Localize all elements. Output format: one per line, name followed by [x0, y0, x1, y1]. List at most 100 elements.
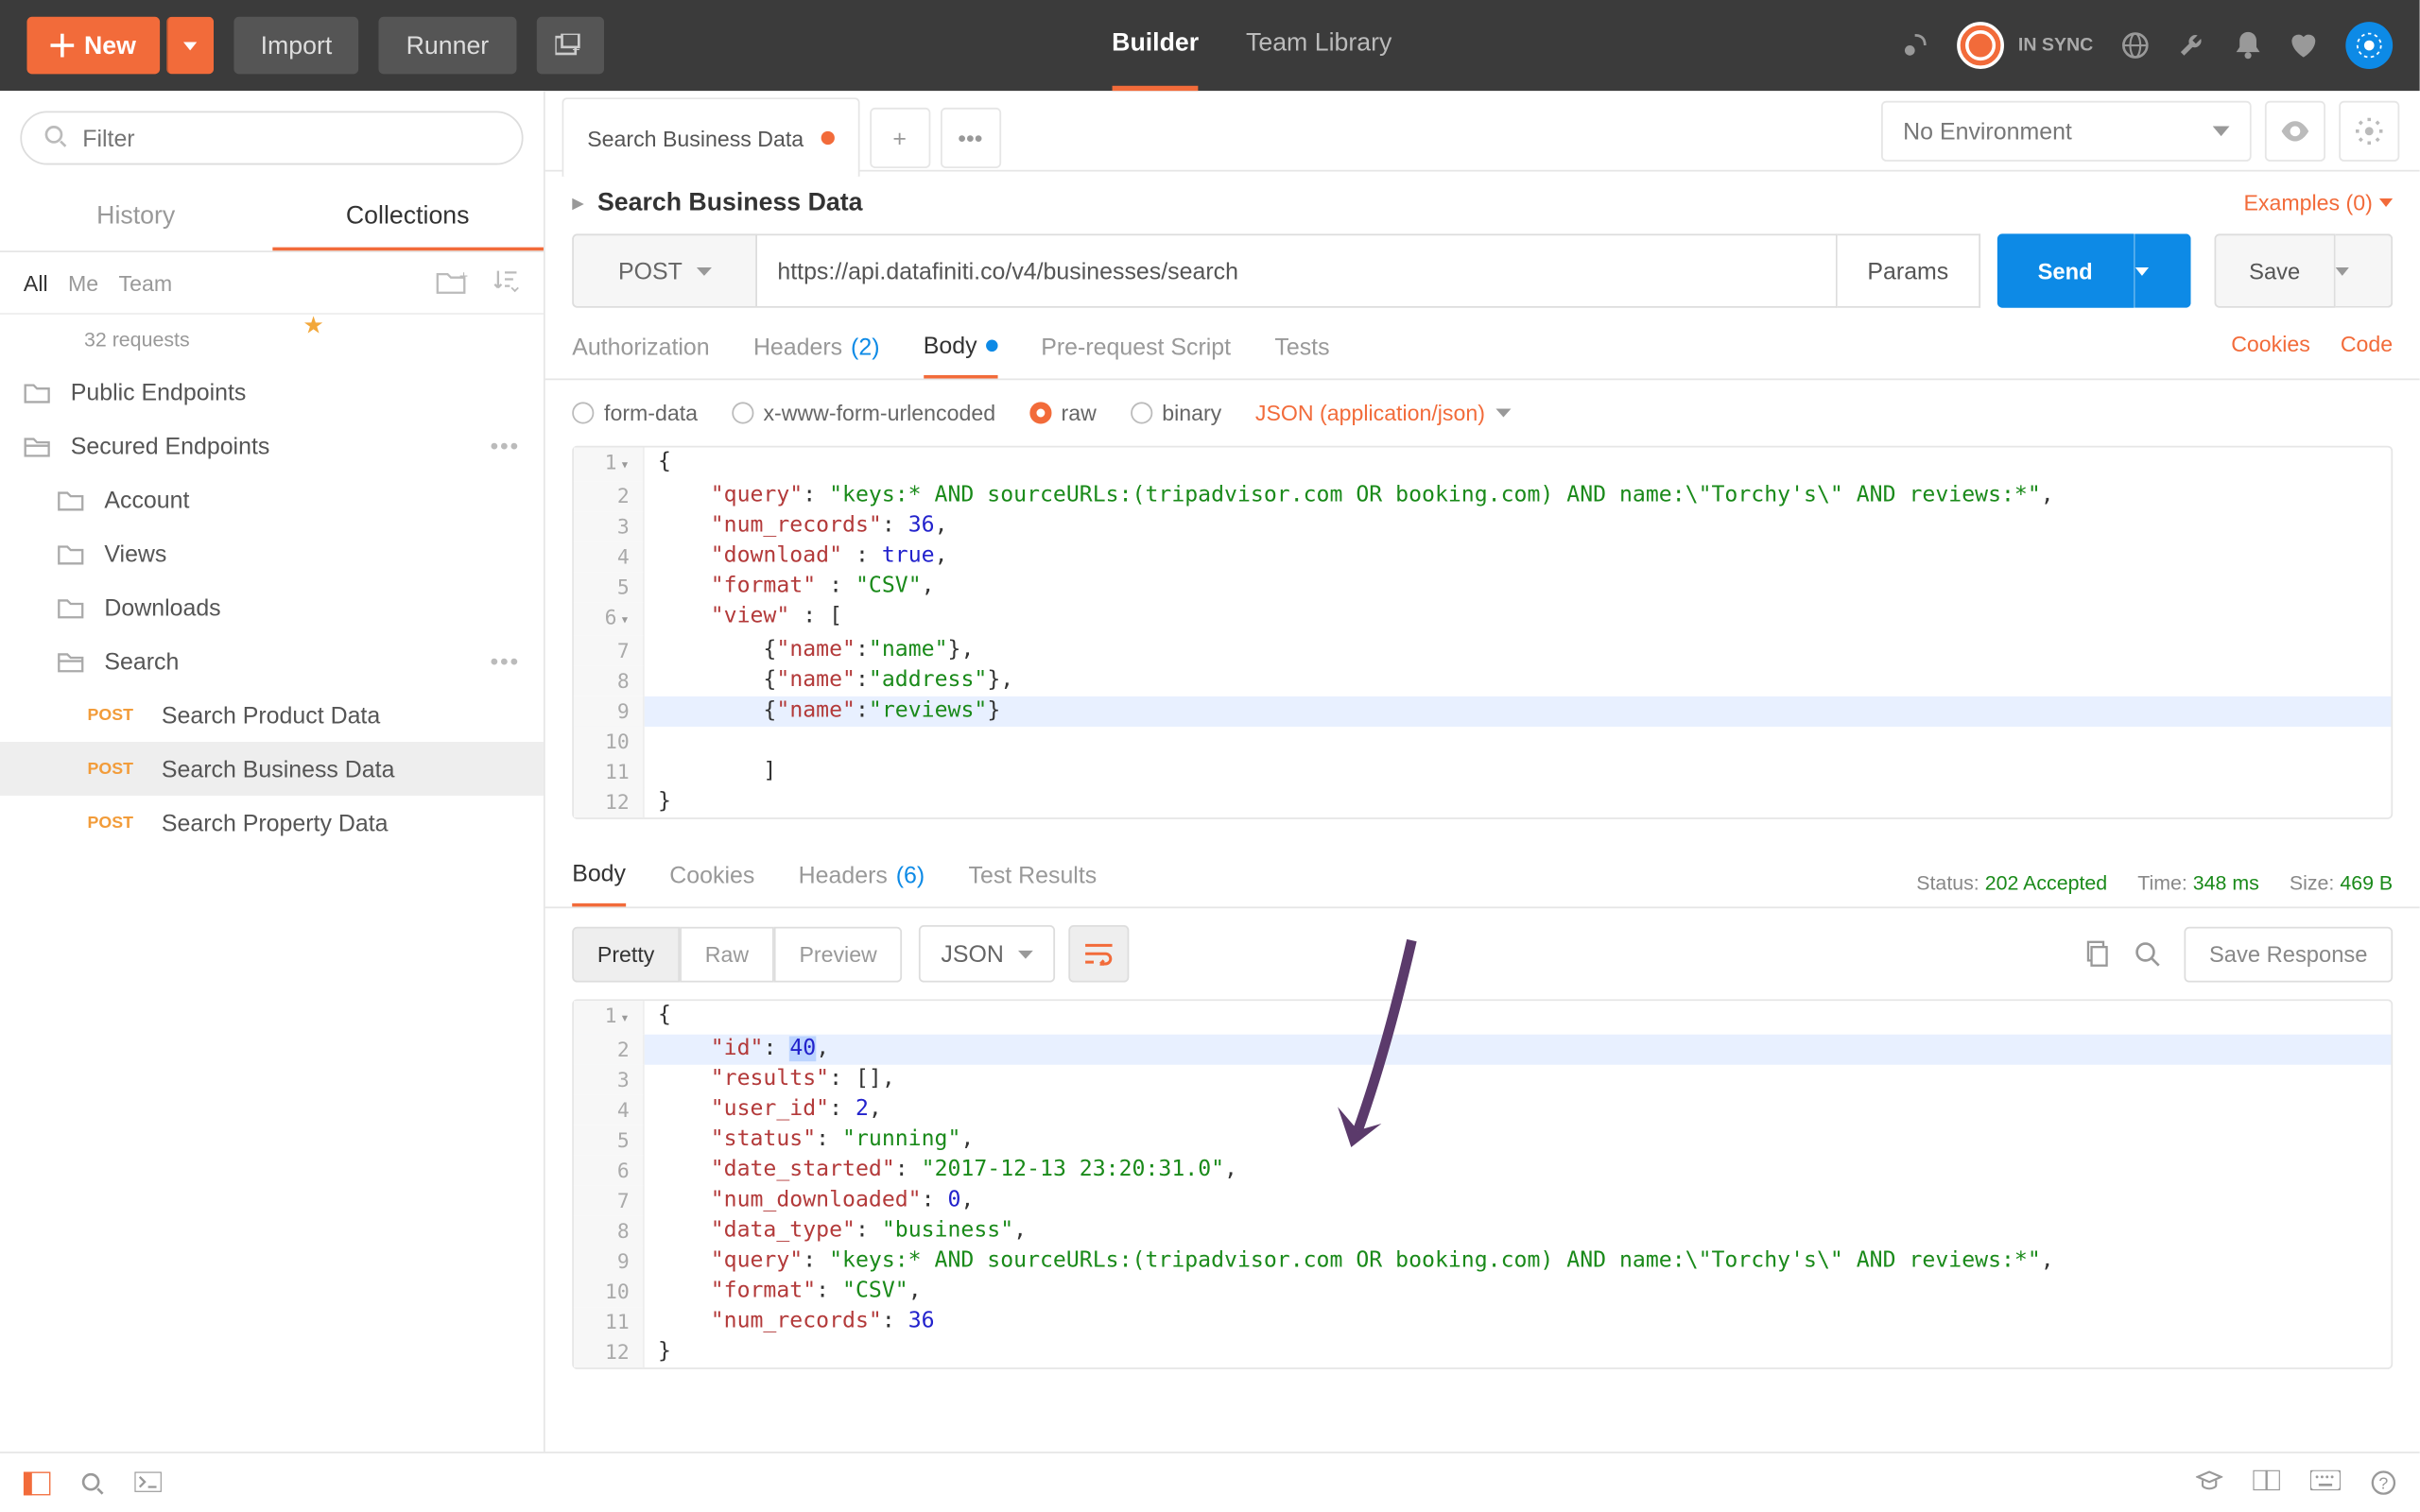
request-search-property[interactable]: POST Search Property Data: [0, 796, 544, 850]
save-dropdown[interactable]: [2336, 233, 2394, 307]
sync-status: IN SYNC: [1958, 22, 2094, 69]
radio-raw[interactable]: raw: [1029, 401, 1097, 426]
console-icon[interactable]: [134, 1471, 161, 1495]
user-avatar[interactable]: [2345, 22, 2393, 69]
lang-label: JSON: [941, 940, 1003, 967]
code-link[interactable]: Code: [2341, 332, 2393, 379]
params-button[interactable]: Params: [1837, 233, 1980, 307]
request-label: Search Business Data: [162, 755, 395, 782]
scope-me[interactable]: Me: [68, 270, 98, 296]
view-preview[interactable]: Preview: [774, 926, 903, 982]
response-meta: Status: 202 Accepted Time: 348 ms Size: …: [1916, 871, 2393, 895]
new-folder-icon[interactable]: +: [436, 269, 470, 296]
resp-tab-cookies[interactable]: Cookies: [669, 861, 754, 904]
folder-public[interactable]: Public Endpoints: [0, 365, 544, 419]
satellite-icon[interactable]: [1900, 30, 1930, 60]
folder-search[interactable]: Search •••: [0, 634, 544, 688]
send-button[interactable]: Send: [1997, 233, 2133, 307]
help-icon[interactable]: ?: [2371, 1470, 2396, 1496]
new-window-button[interactable]: +: [536, 17, 603, 75]
tab-collections[interactable]: Collections: [271, 185, 543, 250]
heart-icon[interactable]: [2289, 32, 2319, 59]
examples-dropdown[interactable]: Examples (0): [2243, 190, 2393, 215]
method-select[interactable]: POST: [572, 233, 757, 307]
bell-icon[interactable]: [2235, 30, 2261, 60]
radio-urlencoded[interactable]: x-www-form-urlencoded: [732, 401, 995, 426]
request-search-business[interactable]: POST Search Business Data: [0, 742, 544, 796]
unsaved-dot-icon: [821, 131, 834, 145]
add-tab-button[interactable]: +: [870, 107, 930, 167]
runner-button[interactable]: Runner: [379, 17, 516, 75]
request-body-editor[interactable]: 1▾{ 2 "query": "keys:* AND sourceURLs:(t…: [572, 446, 2393, 819]
tab-body[interactable]: Body: [924, 332, 997, 379]
new-label: New: [84, 31, 136, 60]
keyboard-icon[interactable]: [2310, 1470, 2341, 1496]
response-body-viewer[interactable]: 1▾{ 2 "id": 40, 3 "results": [], 4 "user…: [572, 999, 2393, 1369]
content-type-select[interactable]: JSON (application/json): [1255, 401, 1511, 426]
folder-open-icon: [24, 435, 54, 456]
find-icon[interactable]: [80, 1471, 104, 1495]
content-type-label: JSON (application/json): [1255, 401, 1485, 426]
tab-headers[interactable]: Headers (2): [753, 332, 880, 379]
resp-tab-headers[interactable]: Headers (6): [799, 861, 925, 904]
cookies-link[interactable]: Cookies: [2231, 332, 2310, 379]
view-pretty[interactable]: Pretty: [572, 926, 680, 982]
collection-row[interactable]: 32 requests ★: [0, 315, 544, 365]
method-badge: POST: [88, 706, 146, 725]
save-response-button[interactable]: Save Response: [2184, 926, 2393, 982]
folder-icon: [58, 596, 88, 618]
sidebar-toggle-icon[interactable]: [24, 1471, 50, 1495]
star-icon: ★: [302, 315, 323, 339]
environment-select[interactable]: No Environment: [1881, 100, 2252, 161]
response-lang-select[interactable]: JSON: [919, 925, 1054, 983]
folder-label: Downloads: [104, 593, 220, 620]
tab-team-library[interactable]: Team Library: [1246, 0, 1392, 91]
view-raw[interactable]: Raw: [680, 926, 774, 982]
tab-more-button[interactable]: •••: [940, 107, 1000, 167]
resp-tab-body[interactable]: Body: [572, 860, 626, 907]
tab-tests[interactable]: Tests: [1274, 332, 1329, 379]
open-request-tab[interactable]: Search Business Data: [562, 97, 859, 177]
radio-formdata[interactable]: form-data: [572, 401, 698, 426]
request-label: Search Property Data: [162, 809, 389, 835]
folder-label: Search: [104, 647, 179, 674]
folder-downloads[interactable]: Downloads: [0, 580, 544, 634]
request-search-product[interactable]: POST Search Product Data: [0, 688, 544, 742]
more-icon[interactable]: •••: [490, 432, 520, 458]
folder-secured[interactable]: Secured Endpoints •••: [0, 419, 544, 472]
folder-views[interactable]: Views: [0, 526, 544, 580]
search-response-icon[interactable]: [2134, 940, 2160, 967]
sync-icon: [1958, 22, 2005, 69]
tab-label: Headers: [753, 333, 842, 359]
new-dropdown[interactable]: [166, 17, 214, 75]
wrench-icon[interactable]: [2177, 30, 2207, 60]
folder-account[interactable]: Account: [0, 472, 544, 526]
import-button[interactable]: Import: [233, 17, 359, 75]
tutorial-icon[interactable]: [2196, 1470, 2222, 1496]
tab-authorization[interactable]: Authorization: [572, 332, 709, 379]
sync-label: IN SYNC: [2018, 35, 2093, 55]
more-icon[interactable]: •••: [490, 647, 520, 674]
tab-builder[interactable]: Builder: [1112, 0, 1199, 91]
radio-binary[interactable]: binary: [1130, 401, 1221, 426]
scope-team[interactable]: Team: [119, 270, 173, 296]
request-label: Search Product Data: [162, 701, 380, 728]
wrap-lines-button[interactable]: [1068, 925, 1129, 983]
collapse-icon[interactable]: ▸: [572, 188, 584, 216]
url-input[interactable]: [757, 233, 1837, 307]
tab-prerequest[interactable]: Pre-request Script: [1041, 332, 1231, 379]
send-dropdown[interactable]: [2133, 233, 2190, 307]
resp-tab-tests[interactable]: Test Results: [969, 861, 1098, 904]
new-button[interactable]: New: [26, 17, 159, 75]
env-preview-button[interactable]: [2265, 100, 2325, 161]
globe-icon[interactable]: [2120, 30, 2151, 60]
filter-input[interactable]: [20, 111, 523, 164]
sort-icon[interactable]: [493, 269, 520, 296]
save-button[interactable]: Save: [2214, 233, 2336, 307]
two-pane-icon[interactable]: [2253, 1470, 2279, 1496]
copy-icon[interactable]: [2083, 940, 2109, 967]
tab-history[interactable]: History: [0, 185, 271, 250]
scope-all[interactable]: All: [24, 270, 48, 296]
env-settings-button[interactable]: [2339, 100, 2399, 161]
radio-label: x-www-form-urlencoded: [763, 401, 995, 426]
